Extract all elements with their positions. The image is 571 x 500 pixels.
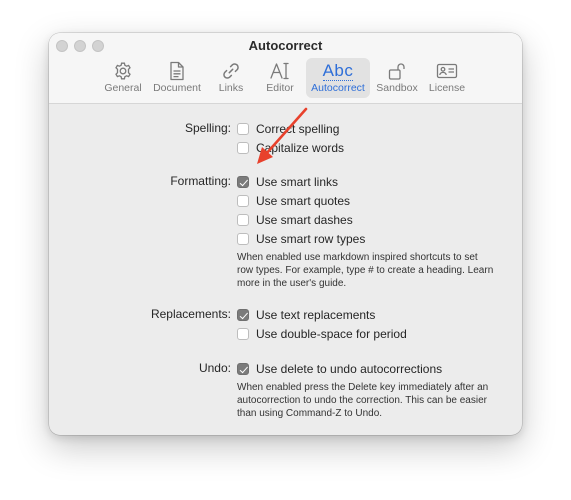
smart-row-types-label: Use smart row types bbox=[256, 232, 366, 246]
text-replacements-label: Use text replacements bbox=[256, 308, 376, 322]
tab-license-label: License bbox=[428, 82, 466, 94]
window-title: Autocorrect bbox=[248, 38, 323, 53]
autocorrect-settings-panel: Spelling: Correct spelling Capitalize wo… bbox=[49, 104, 522, 435]
smart-row-types-option[interactable]: Use smart row types bbox=[237, 231, 365, 247]
help-line: When enabled use markdown inspired short… bbox=[237, 252, 478, 263]
formatting-section-label: Formatting: bbox=[170, 174, 231, 188]
tab-sandbox[interactable]: Sandbox bbox=[374, 58, 420, 98]
smart-row-types-help: When enabled use markdown inspired short… bbox=[237, 251, 517, 290]
tab-document[interactable]: Document bbox=[151, 58, 203, 98]
tab-general-label: General bbox=[104, 82, 142, 94]
help-line: more in the user's guide. bbox=[237, 278, 347, 289]
text-cursor-icon bbox=[270, 62, 289, 80]
help-line: When enabled press the Delete key immedi… bbox=[237, 382, 489, 393]
correct-spelling-label: Correct spelling bbox=[256, 122, 340, 136]
capitalize-words-option[interactable]: Capitalize words bbox=[237, 140, 344, 156]
tab-autocorrect[interactable]: Abc Autocorrect bbox=[306, 58, 370, 98]
capitalize-words-label: Capitalize words bbox=[256, 141, 345, 155]
tab-license[interactable]: License bbox=[425, 58, 469, 98]
correct-spelling-option[interactable]: Correct spelling bbox=[237, 121, 339, 137]
delete-undo-help: When enabled press the Delete key immedi… bbox=[237, 381, 517, 420]
help-line: than using Command-Z to Undo. bbox=[237, 408, 383, 419]
unlocked-padlock-icon bbox=[388, 63, 405, 80]
double-space-period-option[interactable]: Use double-space for period bbox=[237, 326, 407, 342]
smart-quotes-label: Use smart quotes bbox=[256, 194, 351, 208]
double-space-period-checkbox[interactable] bbox=[237, 328, 249, 340]
tab-links-label: Links bbox=[218, 82, 244, 94]
text-replacements-checkbox[interactable] bbox=[237, 309, 249, 321]
smart-links-label: Use smart links bbox=[256, 175, 339, 189]
preferences-window: Autocorrect General Document Links Edito… bbox=[49, 33, 522, 435]
smart-dashes-label: Use smart dashes bbox=[256, 213, 353, 227]
double-space-period-label: Use double-space for period bbox=[256, 327, 407, 341]
tab-document-label: Document bbox=[153, 82, 201, 94]
smart-row-types-checkbox[interactable] bbox=[237, 233, 249, 245]
capitalize-words-checkbox[interactable] bbox=[237, 142, 249, 154]
smart-links-option[interactable]: Use smart links bbox=[237, 174, 338, 190]
delete-undo-option[interactable]: Use delete to undo autocorrections bbox=[237, 361, 442, 377]
correct-spelling-checkbox[interactable] bbox=[237, 123, 249, 135]
smart-quotes-checkbox[interactable] bbox=[237, 195, 249, 207]
tab-links[interactable]: Links bbox=[212, 58, 250, 98]
toolbar: Autocorrect General Document Links Edito… bbox=[49, 33, 522, 104]
smart-dashes-checkbox[interactable] bbox=[237, 214, 249, 226]
undo-section-label: Undo: bbox=[198, 361, 231, 375]
document-icon bbox=[170, 61, 184, 81]
help-line: row types. For example, type # to create… bbox=[237, 265, 494, 276]
delete-undo-checkbox[interactable] bbox=[237, 363, 249, 375]
text-replacements-option[interactable]: Use text replacements bbox=[237, 307, 375, 323]
smart-links-checkbox[interactable] bbox=[237, 176, 249, 188]
gear-icon bbox=[115, 62, 131, 80]
replacements-section-label: Replacements: bbox=[150, 307, 231, 321]
delete-undo-label: Use delete to undo autocorrections bbox=[256, 362, 443, 376]
tab-general[interactable]: General bbox=[103, 58, 143, 98]
tab-sandbox-label: Sandbox bbox=[376, 82, 418, 94]
smart-dashes-option[interactable]: Use smart dashes bbox=[237, 212, 353, 228]
link-icon bbox=[223, 63, 239, 79]
smart-quotes-option[interactable]: Use smart quotes bbox=[237, 193, 350, 209]
help-line: autocorrection to undo the correction. T… bbox=[237, 395, 487, 406]
tab-autocorrect-label: Autocorrect bbox=[311, 82, 365, 94]
abc-spellcheck-icon: Abc bbox=[322, 60, 354, 81]
id-card-icon bbox=[436, 63, 458, 79]
tab-editor-label: Editor bbox=[266, 82, 294, 94]
tab-editor[interactable]: Editor bbox=[260, 58, 300, 98]
spelling-section-label: Spelling: bbox=[184, 121, 231, 135]
